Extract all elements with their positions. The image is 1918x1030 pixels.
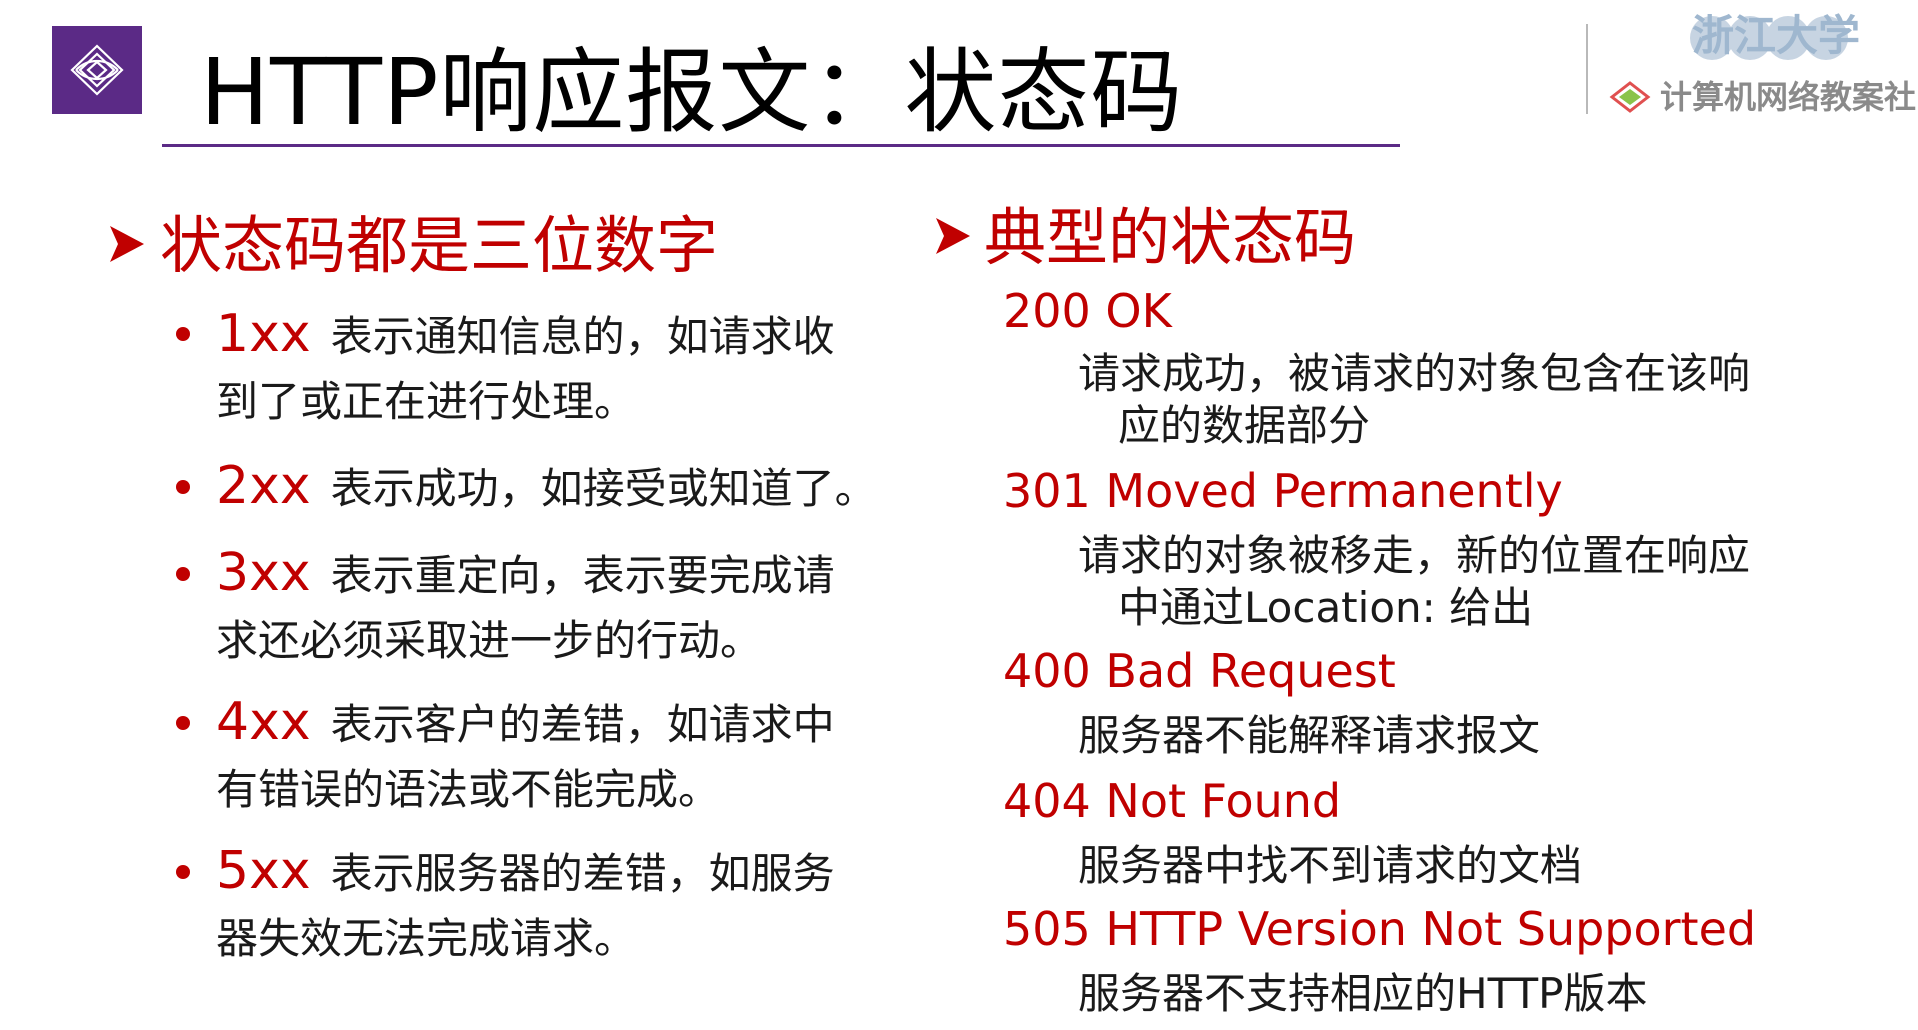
status-class-text: 表示成功，如接受或知道了。 <box>330 464 877 513</box>
status-class-text: 表示客户的差错，如请求中 <box>330 700 835 749</box>
list-item: 4xx 表示客户的差错，如请求中 <box>216 692 835 755</box>
list-item: 1xx 表示通知信息的，如请求收 <box>216 304 835 367</box>
university-name: 浙江大学 <box>1692 11 1861 60</box>
status-class-text-cont: 求还必须采取进一步的行动。 <box>216 616 763 665</box>
status-code-label: 301 Moved Permanently <box>1003 464 1563 518</box>
status-class-code: 3xx <box>216 543 311 603</box>
status-class-text-cont: 器失效无法完成请求。 <box>216 914 637 963</box>
status-class-code: 4xx <box>216 692 311 752</box>
status-code-desc: 请求成功，被请求的对象包含在该响 <box>1078 349 1751 398</box>
arrow-bullet-icon <box>110 226 144 262</box>
left-heading: 状态码都是三位数字 <box>160 209 719 282</box>
logo-emblem-icon <box>70 44 124 96</box>
status-code-desc-cont: 应的数据部分 <box>1118 401 1371 450</box>
status-code-desc: 服务器不支持相应的HTTP版本 <box>1078 969 1648 1018</box>
header-separator <box>1586 24 1588 114</box>
status-class-text: 表示重定向，表示要完成请 <box>330 551 835 600</box>
arrow-bullet-icon <box>936 218 970 254</box>
status-code-label: 200 OK <box>1003 284 1172 338</box>
list-item: 3xx 表示重定向，表示要完成请 <box>216 543 835 606</box>
status-code-desc-cont: 中通过Location: 给出 <box>1118 583 1534 632</box>
slide-logo <box>52 26 142 114</box>
bullet-dot <box>176 327 190 341</box>
title-divider <box>162 144 1400 147</box>
status-code-desc: 请求的对象被移走，新的位置在响应 <box>1078 531 1751 580</box>
status-code-label: 505 HTTP Version Not Supported <box>1003 902 1757 956</box>
right-heading: 典型的状态码 <box>984 201 1357 274</box>
list-item: 5xx 表示服务器的差错，如服务 <box>216 841 835 904</box>
status-class-code: 5xx <box>216 841 311 901</box>
bullet-dot <box>176 480 190 494</box>
status-code-label: 404 Not Found <box>1003 774 1342 828</box>
status-class-text: 表示服务器的差错，如服务 <box>330 849 835 898</box>
page-title: HTTP响应报文：状态码 <box>200 39 1184 146</box>
bullet-dot <box>176 865 190 879</box>
status-class-text-cont: 到了或正在进行处理。 <box>216 377 637 426</box>
bullet-dot <box>176 567 190 581</box>
status-class-text: 表示通知信息的，如请求收 <box>330 312 835 361</box>
status-class-text-cont: 有错误的语法或不能完成。 <box>216 765 721 814</box>
bullet-dot <box>176 716 190 730</box>
org-name: 计算机网络教案社区 <box>1660 78 1918 116</box>
diamond-logo-icon <box>1609 81 1651 113</box>
status-code-desc: 服务器中找不到请求的文档 <box>1078 841 1583 890</box>
status-class-code: 1xx <box>216 304 311 364</box>
status-code-desc: 服务器不能解释请求报文 <box>1078 711 1541 760</box>
status-code-label: 400 Bad Request <box>1003 644 1396 698</box>
list-item: 2xx 表示成功，如接受或知道了。 <box>216 456 877 519</box>
status-class-code: 2xx <box>216 456 311 516</box>
